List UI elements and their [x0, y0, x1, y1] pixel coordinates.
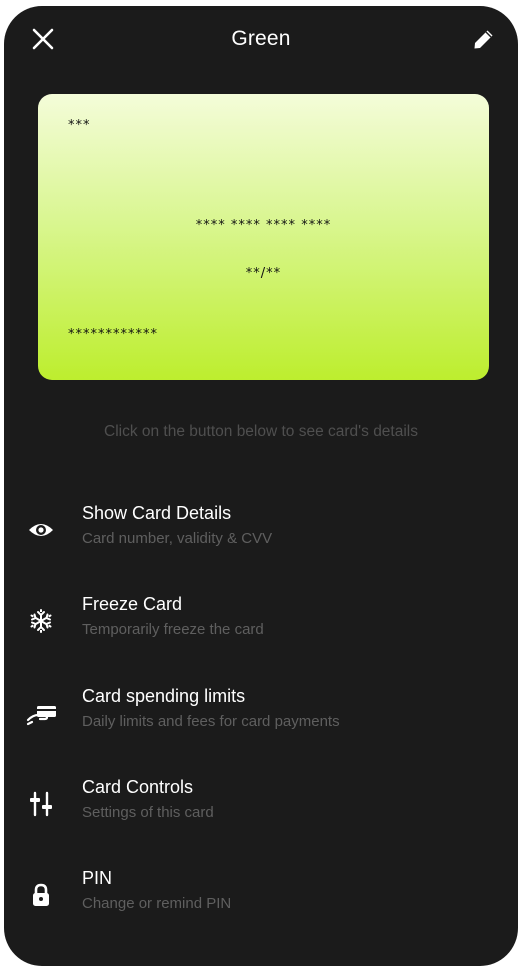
- sliders-icon: [26, 789, 56, 819]
- menu-item-label: PIN: [82, 868, 113, 888]
- app-screen: Green *** **** **** **** **** **/** ****…: [4, 6, 518, 966]
- payment-card[interactable]: *** **** **** **** **** **/** **********…: [38, 94, 489, 380]
- menu-item-description: Daily limits and fees for card payments: [82, 713, 340, 730]
- show-card-details-button[interactable]: Show Card Details Card number, validity …: [4, 503, 518, 573]
- pencil-icon: [474, 30, 493, 49]
- menu-item-label: Card Controls: [82, 777, 194, 797]
- menu-item-description: Card number, validity & CVV: [82, 530, 273, 547]
- card-details-hint: Click on the button below to see card's …: [104, 423, 418, 440]
- hand-card-icon: [26, 698, 56, 728]
- freeze-card-button[interactable]: Freeze Card Temporarily freeze the card: [4, 594, 518, 664]
- lock-icon: [26, 880, 56, 910]
- edit-button[interactable]: [472, 27, 496, 51]
- card-holder: ************: [68, 327, 158, 342]
- eye-icon: [26, 515, 56, 545]
- menu-item-label: Show Card Details: [82, 503, 232, 523]
- card-spending-limits-button[interactable]: Card spending limits Daily limits and fe…: [4, 686, 518, 756]
- pin-button[interactable]: PIN Change or remind PIN: [4, 868, 518, 938]
- menu-item-label: Card spending limits: [82, 686, 246, 706]
- card-controls-button[interactable]: Card Controls Settings of this card: [4, 777, 518, 847]
- card-cvv: ***: [68, 118, 91, 133]
- menu-item-description: Temporarily freeze the card: [82, 621, 264, 638]
- menu-item-description: Settings of this card: [82, 804, 214, 821]
- header: Green: [4, 6, 518, 72]
- page-title: Green: [231, 27, 291, 50]
- card-number: **** **** **** ****: [195, 218, 332, 233]
- card-expiry: **/**: [245, 266, 282, 281]
- menu-item-label: Freeze Card: [82, 594, 183, 614]
- snowflake-icon: [26, 606, 56, 636]
- menu-item-description: Change or remind PIN: [82, 895, 232, 912]
